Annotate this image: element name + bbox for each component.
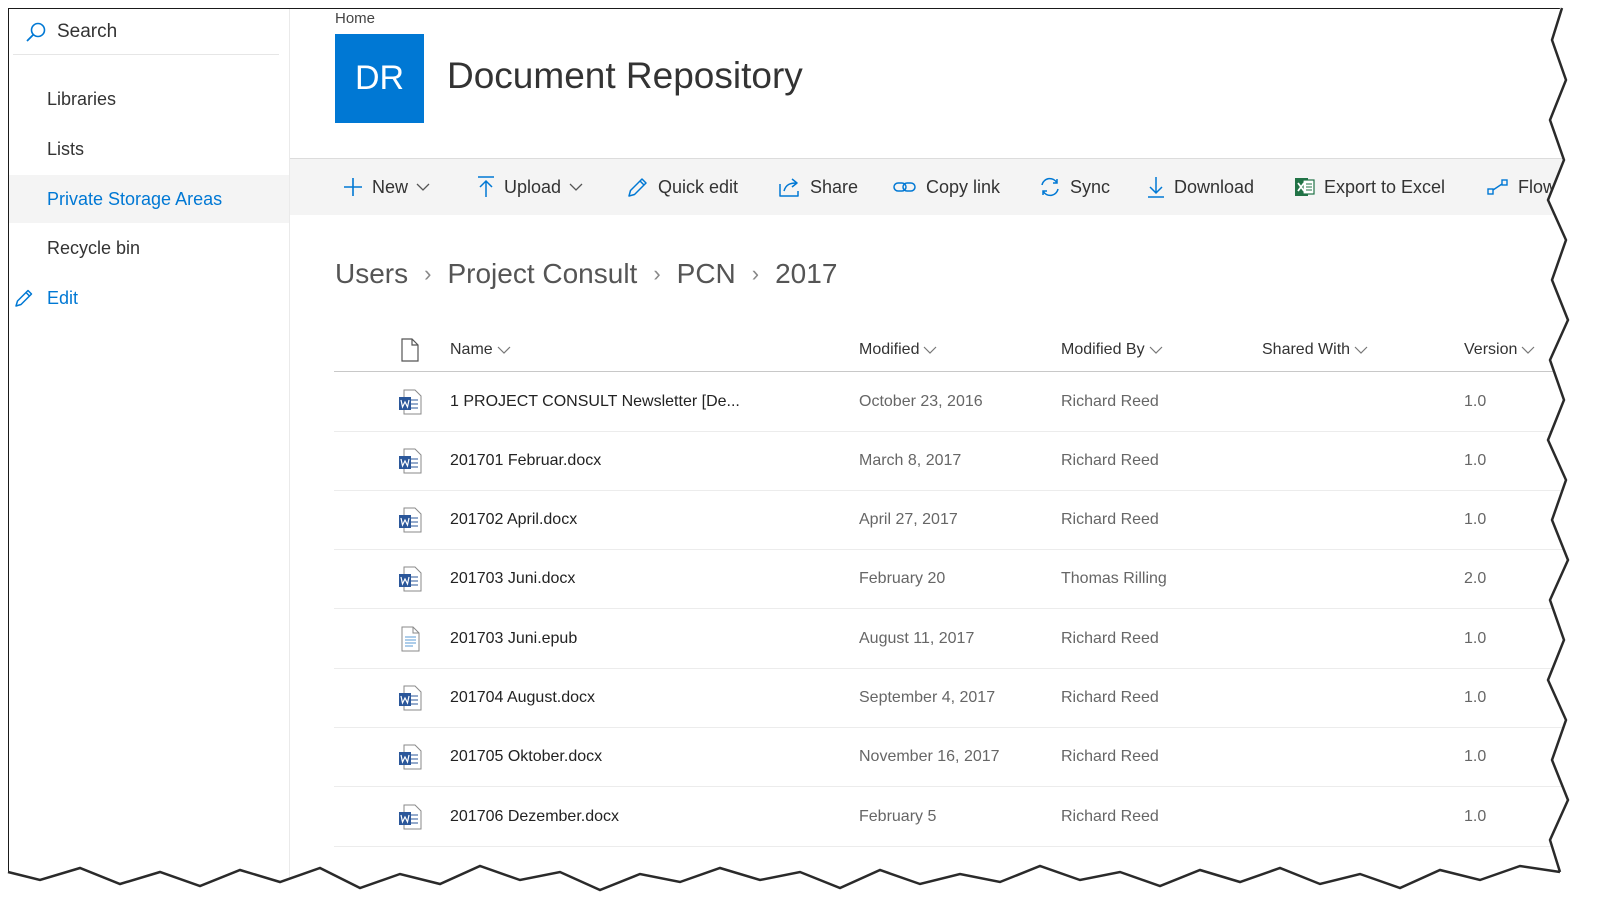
torn-paper-edge [0, 0, 1609, 924]
